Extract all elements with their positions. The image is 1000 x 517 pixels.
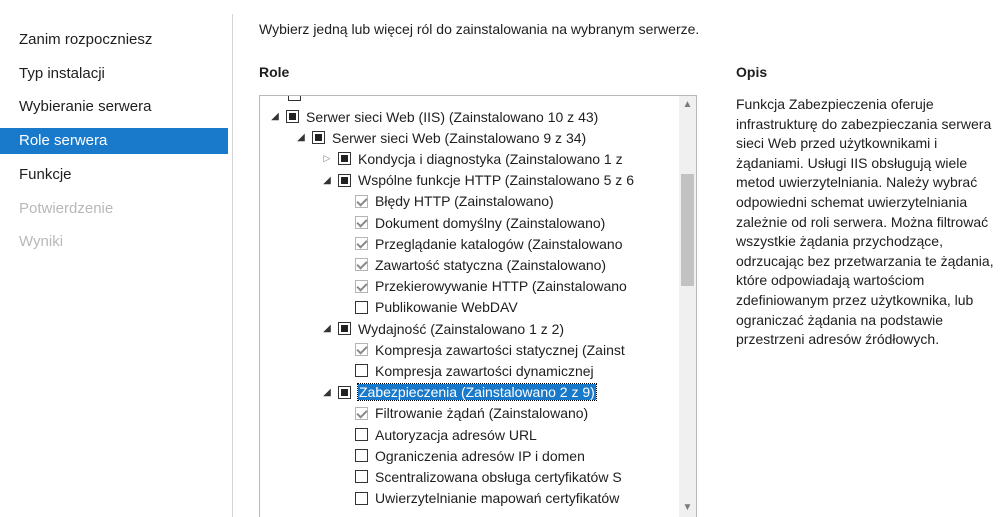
wizard-sidebar: Zanim rozpoczniesz Typ instalacji Wybieran…	[0, 0, 232, 517]
tree-row[interactable]: Autoryzacja adresów URL	[355, 425, 537, 444]
tree-row[interactable]: Scentralizowana obsługa certyfikatów S	[355, 467, 622, 486]
sidebar-item-role-serwera[interactable]: Role serwera	[0, 128, 228, 155]
tree-row[interactable]: Publikowanie WebDAV	[355, 298, 518, 317]
sidebar-item-wyniki: Wyniki	[19, 233, 64, 251]
role-checkbox[interactable]	[338, 173, 351, 187]
role-label[interactable]: Publikowanie WebDAV	[375, 299, 518, 315]
role-description: Funkcja Zabezpieczenia oferuje infrastru…	[736, 96, 994, 348]
sidebar-item-wybieranie-serwera[interactable]: Wybieranie serwera	[0, 94, 228, 120]
role-checkbox[interactable]	[355, 491, 368, 505]
role-label[interactable]: Przeglądanie katalogów (Zainstalowano	[375, 236, 622, 252]
tree-row[interactable]: Błędy HTTP (Zainstalowano)	[355, 192, 554, 211]
role-label[interactable]: Serwer sieci Web (IIS) (Zainstalowano 10…	[306, 109, 598, 125]
role-checkbox[interactable]	[355, 406, 368, 420]
role-label[interactable]: Autoryzacja adresów URL	[375, 427, 537, 443]
scroll-down-icon[interactable]: ▼	[679, 499, 696, 517]
scroll-up-icon[interactable]: ▲	[679, 96, 696, 114]
role-checkbox[interactable]	[286, 110, 299, 123]
sidebar-item-zanim-rozpoczniesz[interactable]: Zanim rozpoczniesz	[0, 27, 228, 53]
collapse-arrow-icon[interactable]: ◢	[294, 128, 308, 147]
tree-row[interactable]: Dokument domyślny (Zainstalowano)	[355, 213, 605, 232]
role-label[interactable]: Błędy HTTP (Zainstalowano)	[375, 193, 554, 209]
roles-tree[interactable]: ▲ ▼ ◢ Serwer sieci Web (IIS) (Zainstalowa…	[259, 95, 697, 517]
role-label[interactable]: Zabezpieczenia (Zainstalowano 2 z 9)	[357, 383, 597, 402]
role-checkbox[interactable]	[355, 343, 368, 357]
role-label[interactable]: Przekierowywanie HTTP (Zainstalowano	[375, 278, 627, 294]
role-checkbox[interactable]	[355, 300, 368, 314]
sidebar-item-typ-instalacji[interactable]: Typ instalacji	[0, 61, 228, 87]
role-label[interactable]: Kompresja zawartości statycznej (Zainst	[375, 342, 625, 358]
role-label[interactable]: Wspólne funkcje HTTP (Zainstalowano 5 z …	[358, 172, 634, 188]
collapse-arrow-icon[interactable]: ◢	[320, 383, 334, 402]
tree-row[interactable]: Kompresja zawartości statycznej (Zainst	[355, 340, 625, 359]
collapse-arrow-icon[interactable]: ◢	[268, 107, 282, 126]
role-label[interactable]: Filtrowanie żądań (Zainstalowano)	[375, 405, 588, 421]
role-checkbox[interactable]	[355, 279, 368, 293]
role-label[interactable]: Zawartość statyczna (Zainstalowano)	[375, 257, 606, 273]
instruction-text: Wybierz jedną lub więcej ról do zainstal…	[259, 21, 700, 37]
role-checkbox[interactable]	[355, 449, 368, 463]
role-checkbox[interactable]	[338, 322, 351, 335]
role-checkbox[interactable]	[355, 216, 368, 229]
role-checkbox[interactable]	[355, 364, 368, 378]
role-checkbox[interactable]	[355, 258, 368, 272]
sidebar-item-funkcje[interactable]: Funkcje	[0, 162, 228, 188]
description-header: Opis	[736, 64, 768, 80]
tree-row[interactable]: Ograniczenia adresów IP i domen	[355, 446, 585, 465]
role-label[interactable]: Kondycja i diagnostyka (Zainstalowano 1 …	[358, 151, 623, 167]
role-checkbox[interactable]	[355, 470, 368, 484]
role-checkbox[interactable]	[355, 428, 368, 441]
role-checkbox[interactable]	[355, 194, 368, 208]
tree-row[interactable]: ▷ Kondycja i diagnostyka (Zainstalowano 1…	[320, 149, 623, 168]
role-label[interactable]: Dokument domyślny (Zainstalowano)	[375, 215, 605, 231]
scroll-thumb[interactable]	[681, 174, 694, 286]
role-label[interactable]: Serwer sieci Web (Zainstalowano 9 z 34)	[332, 130, 586, 146]
tree-scrollbar[interactable]: ▲ ▼	[679, 96, 696, 517]
role-checkbox[interactable]	[355, 237, 368, 251]
sidebar-divider	[232, 14, 233, 517]
tree-row[interactable]: ◢ Serwer sieci Web (IIS) (Zainstalowano 1…	[268, 107, 598, 126]
roles-header: Role	[259, 64, 290, 80]
tree-row[interactable]: Przekierowywanie HTTP (Zainstalowano	[355, 277, 627, 296]
collapse-arrow-icon[interactable]: ◢	[320, 171, 334, 190]
tree-row[interactable]: Przeglądanie katalogów (Zainstalowano	[355, 234, 622, 253]
tree-row[interactable]: Filtrowanie żądań (Zainstalowano)	[355, 404, 588, 423]
collapse-arrow-icon[interactable]: ◢	[320, 319, 334, 338]
tree-row[interactable]: ◢ Wspólne funkcje HTTP (Zainstalowano 5 z…	[320, 171, 634, 190]
tree-row[interactable]: Uwierzytelnianie mapowań certyfikatów	[355, 489, 619, 508]
role-label[interactable]: Ograniczenia adresów IP i domen	[375, 448, 585, 464]
role-checkbox[interactable]	[312, 131, 325, 145]
role-label[interactable]: Kompresja zawartości dynamicznej	[375, 363, 594, 379]
tree-row[interactable]: Zawartość statyczna (Zainstalowano)	[355, 255, 606, 274]
tree-row[interactable]: Kompresja zawartości dynamicznej	[355, 361, 594, 380]
tree-row[interactable]: ◢ Wydajność (Zainstalowano 1 z 2)	[320, 319, 564, 338]
tree-row[interactable]: ◢ Zabezpieczenia (Zainstalowano 2 z 9)	[320, 383, 597, 402]
role-checkbox[interactable]	[338, 385, 351, 399]
partially-visible-checkbox[interactable]	[288, 96, 301, 101]
role-label[interactable]: Wydajność (Zainstalowano 1 z 2)	[358, 321, 564, 337]
role-label[interactable]: Scentralizowana obsługa certyfikatów S	[375, 469, 622, 485]
role-checkbox[interactable]	[338, 152, 351, 166]
tree-row[interactable]: ◢ Serwer sieci Web (Zainstalowano 9 z 34)	[294, 128, 586, 147]
sidebar-item-potwierdzenie: Potwierdzenie	[19, 199, 114, 217]
role-label[interactable]: Uwierzytelnianie mapowań certyfikatów	[375, 490, 619, 506]
expand-arrow-icon[interactable]: ▷	[320, 149, 334, 168]
